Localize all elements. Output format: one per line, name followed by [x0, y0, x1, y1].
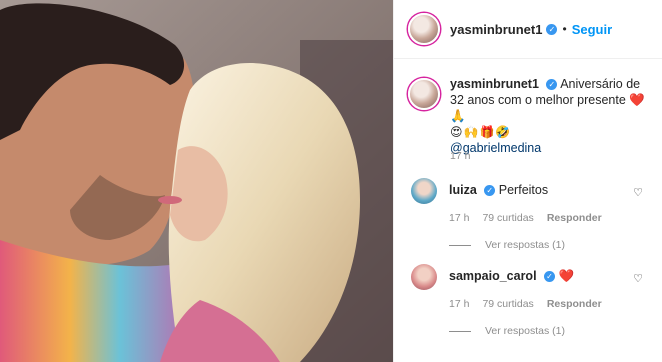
- reply-button[interactable]: Responder: [547, 298, 602, 310]
- view-replies-label: Ver respostas (1): [485, 239, 565, 251]
- verified-badge-icon: ✓: [546, 23, 558, 35]
- caption-emoji-row: 😍🙌🎁🤣: [450, 125, 512, 139]
- view-replies-label: Ver respostas (1): [485, 325, 565, 337]
- couple-photo-illustration: [0, 0, 393, 362]
- caption-mention-link[interactable]: @gabrielmedina: [450, 140, 653, 156]
- caption-text-block: yasminbrunet1 ✓ Aniversário de 32 anos c…: [450, 76, 653, 156]
- reply-button[interactable]: Responder: [547, 212, 602, 224]
- comment-avatar[interactable]: [411, 178, 437, 204]
- comment-meta: 17 h 79 curtidas Responder: [449, 298, 653, 310]
- verified-badge-icon: ✓: [546, 79, 558, 91]
- comment-time[interactable]: 17 h: [449, 212, 469, 224]
- post-side-panel: yasminbrunet1 ✓ • Seguir yasminbrunet1 ✓…: [393, 0, 662, 362]
- post-photo[interactable]: [0, 0, 393, 362]
- instagram-post: yasminbrunet1 ✓ • Seguir yasminbrunet1 ✓…: [0, 0, 662, 362]
- replies-divider-line: [449, 244, 471, 246]
- comment-avatar[interactable]: [411, 264, 437, 290]
- heart-outline-icon[interactable]: ♡: [633, 186, 643, 199]
- author-username[interactable]: yasminbrunet1: [450, 22, 542, 37]
- caption-avatar[interactable]: [408, 78, 440, 110]
- verified-badge-icon: ✓: [544, 271, 556, 283]
- comment-time[interactable]: 17 h: [449, 298, 469, 310]
- view-replies-button[interactable]: Ver respostas (1): [449, 239, 653, 251]
- caption-timestamp[interactable]: 17 h: [450, 150, 470, 162]
- comment-meta: 17 h 79 curtidas Responder: [449, 212, 653, 224]
- post-caption: yasminbrunet1 ✓ Aniversário de 32 anos c…: [408, 76, 653, 156]
- comment-text: ❤️: [558, 269, 575, 283]
- comment-item: sampaio_carol ✓ ❤️ ♡ 17 h 79 curtidas Re…: [408, 264, 653, 337]
- comment-likes[interactable]: 79 curtidas: [482, 298, 533, 310]
- caption-username[interactable]: yasminbrunet1: [450, 77, 539, 91]
- comment-username[interactable]: luiza: [449, 183, 477, 197]
- header-separator: •: [562, 22, 567, 36]
- replies-divider-line: [449, 330, 471, 332]
- comment-item: luiza ✓ Perfeitos ♡ 17 h 79 curtidas Res…: [408, 178, 653, 251]
- heart-outline-icon[interactable]: ♡: [633, 272, 643, 285]
- post-header: yasminbrunet1 ✓ • Seguir: [394, 0, 662, 59]
- comment-text: Perfeitos: [498, 183, 549, 197]
- comment-username[interactable]: sampaio_carol: [449, 269, 537, 283]
- view-replies-button[interactable]: Ver respostas (1): [449, 325, 653, 337]
- author-avatar[interactable]: [408, 13, 440, 45]
- comment-likes[interactable]: 79 curtidas: [482, 212, 533, 224]
- verified-badge-icon: ✓: [484, 185, 496, 197]
- follow-button[interactable]: Seguir: [572, 22, 612, 37]
